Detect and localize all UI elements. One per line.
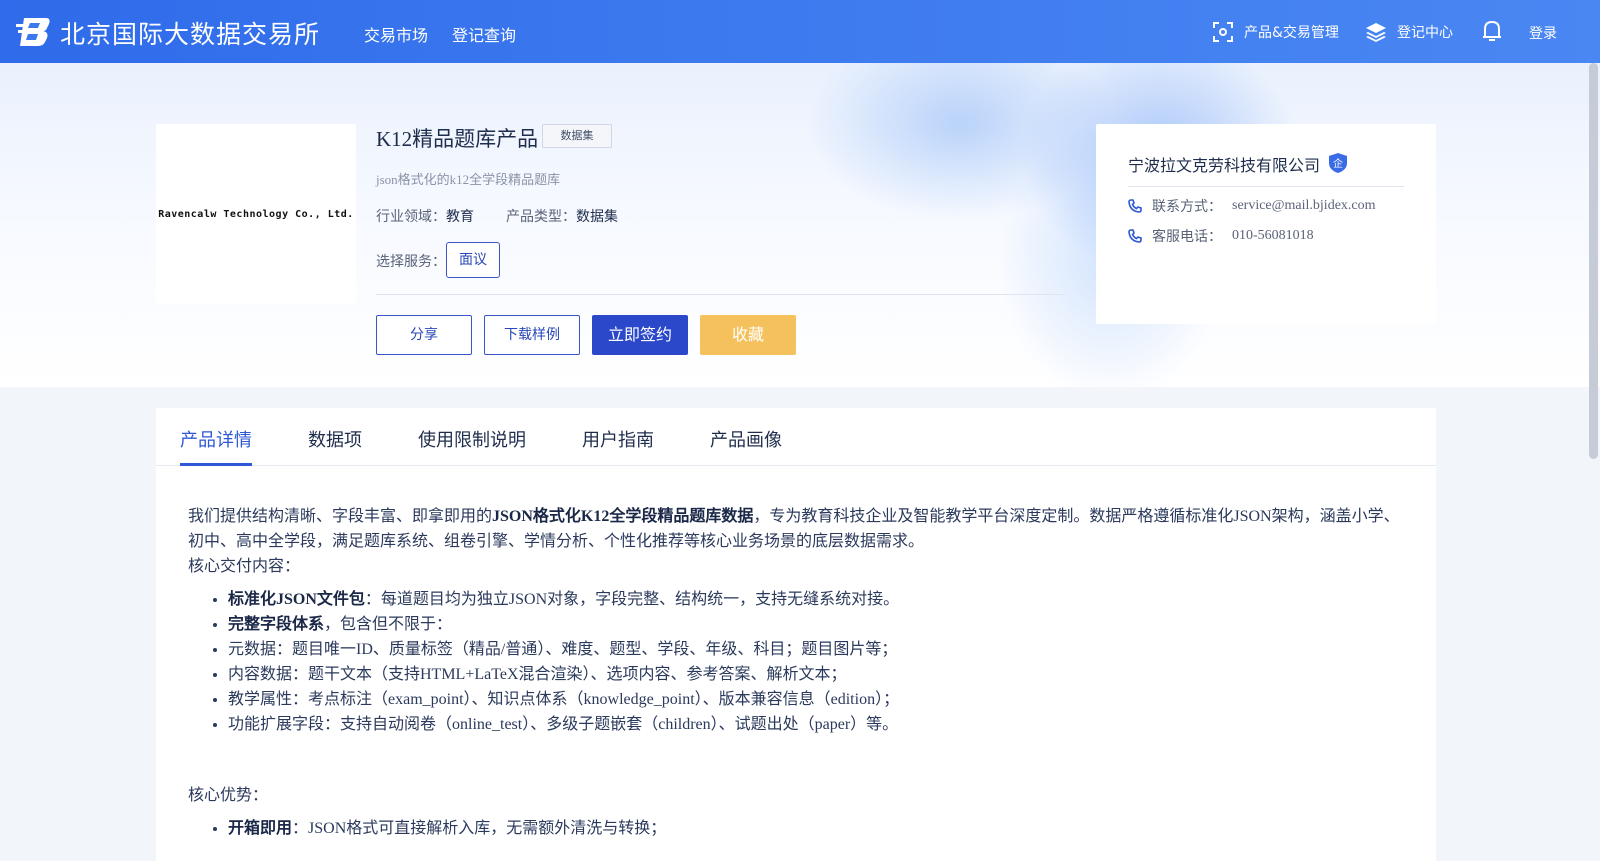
nav-registration-query[interactable]: 登记查询 (452, 22, 516, 46)
contact-email[interactable]: service@mail.bjidex.com (1232, 198, 1376, 214)
list-item-text: 功能扩展字段：支持自动阅卷（online_test）、多级子题嵌套（childr… (228, 716, 899, 733)
advantage-list: 开箱即用：JSON格式可直接解析入库，无需额外清洗与转换； (228, 816, 1408, 841)
list-item-bold: 标准化JSON文件包 (228, 591, 365, 608)
phone-icon (1128, 229, 1142, 243)
core-delivery-list: 标准化JSON文件包：每道题目均为独立JSON对象，字段完整、结构统一，支持无缝… (228, 587, 1408, 737)
list-item: 元数据：题目唯一ID、质量标签（精品/普通）、难度、题型、学段、年级、科目；题目… (228, 637, 1408, 662)
product-description: json格式化的k12全学段精品题库 (376, 172, 561, 187)
divider (376, 294, 1065, 295)
detail-tabs: 产品详情 数据项 使用限制说明 用户指南 产品画像 (156, 408, 1436, 466)
scan-icon (1213, 22, 1233, 42)
favorite-button[interactable]: 收藏 (700, 315, 796, 355)
login-link[interactable]: 登录 (1529, 23, 1557, 43)
company-card: 宁波拉文克劳科技有限公司 企 (1096, 124, 1436, 324)
list-item: 教学属性：考点标注（exam_point）、知识点体系（knowledge_po… (228, 687, 1408, 712)
industry-label: 行业领域： (376, 210, 446, 225)
industry-field: 行业领域：教育 (376, 206, 474, 226)
product-type-value: 数据集 (576, 210, 618, 225)
product-type-label: 产品类型： (506, 210, 576, 225)
company-name[interactable]: 宁波拉文克劳科技有限公司 (1128, 152, 1320, 176)
bjidex-logo-icon[interactable] (16, 14, 52, 48)
list-item-text: 教学属性：考点标注（exam_point）、知识点体系（knowledge_po… (228, 691, 900, 708)
nav-registration-center-label: 登记中心 (1397, 25, 1453, 41)
list-item-text: 内容数据：题干文本（支持HTML+LaTeX混合渲染）、选项内容、参考答案、解析… (228, 666, 847, 683)
nav-registration-center[interactable]: 登记中心 (1365, 21, 1453, 43)
product-type-tag: 数据集 (542, 124, 612, 148)
list-item-text: 元数据：题目唯一ID、质量标签（精品/普通）、难度、题型、学段、年级、科目；题目… (228, 641, 898, 658)
list-item: 功能扩展字段：支持自动阅卷（online_test）、多级子题嵌套（childr… (228, 712, 1408, 737)
list-item: 开箱即用：JSON格式可直接解析入库，无需额外清洗与转换； (228, 816, 1408, 841)
list-item: 标准化JSON文件包：每道题目均为独立JSON对象，字段完整、结构统一，支持无缝… (228, 587, 1408, 612)
product-title: K12精品题库产品 (376, 127, 539, 151)
contact-phone-row: 客服电话： 010-56081018 (1128, 226, 1314, 246)
nav-trading-market[interactable]: 交易市场 (364, 22, 428, 46)
product-detail-panel: 产品详情 数据项 使用限制说明 用户指南 产品画像 我们提供结构清晰、字段丰富、… (156, 408, 1436, 861)
layers-icon (1366, 23, 1386, 42)
top-navbar: 北京国际大数据交易所 交易市场 登记查询 产品&交易管理 登记中心 登录 (0, 0, 1600, 63)
list-item-text: ，包含但不限于： (324, 616, 453, 633)
service-label: 选择服务： (376, 255, 446, 270)
core-delivery-title: 核心交付内容： (188, 558, 301, 575)
list-item: 完整字段体系，包含但不限于： (228, 612, 1408, 637)
list-item: 内容数据：题干文本（支持HTML+LaTeX混合渲染）、选项内容、参考答案、解析… (228, 662, 1408, 687)
tab-user-guide[interactable]: 用户指南 (582, 426, 654, 452)
list-item-bold: 完整字段体系 (228, 616, 325, 633)
intro-pre: 我们提供结构清晰、字段丰富、即拿即用的 (188, 508, 493, 525)
brand-name[interactable]: 北京国际大数据交易所 (60, 15, 320, 51)
list-item-bold: 开箱即用 (228, 820, 293, 837)
contact-label: 联系方式： (1152, 200, 1222, 215)
active-tab-indicator (180, 463, 252, 466)
intro-paragraph: 我们提供结构清晰、字段丰富、即拿即用的JSON格式化K12全学段精品题库数据，专… (188, 504, 1408, 554)
product-logo-text: Ravencalw Technology Co., Ltd. (158, 208, 354, 220)
bell-icon[interactable] (1481, 19, 1503, 43)
product-type-field: 产品类型：数据集 (506, 206, 618, 226)
company-divider (1128, 186, 1404, 187)
product-logo-card: Ravencalw Technology Co., Ltd. (156, 124, 356, 304)
nav-product-trade-management-label: 产品&交易管理 (1244, 25, 1339, 41)
enterprise-shield-icon: 企 (1329, 153, 1347, 173)
share-button[interactable]: 分享 (376, 315, 472, 355)
detail-body: 我们提供结构清晰、字段丰富、即拿即用的JSON格式化K12全学段精品题库数据，专… (188, 504, 1408, 841)
tab-usage-restrictions[interactable]: 使用限制说明 (418, 426, 526, 452)
phone-number[interactable]: 010-56081018 (1232, 228, 1314, 244)
industry-value: 教育 (446, 210, 474, 225)
list-item-text: ：每道题目均为独立JSON对象，字段完整、结构统一，支持无缝系统对接。 (364, 591, 900, 608)
download-sample-button[interactable]: 下载样例 (484, 315, 580, 355)
advantage-title: 核心优势： (188, 787, 269, 804)
phone-icon (1128, 199, 1142, 213)
phone-label: 客服电话： (1152, 230, 1222, 245)
list-item-text: ：JSON格式可直接解析入库，无需额外清洗与转换； (292, 820, 667, 837)
enterprise-badge-text: 企 (1333, 157, 1343, 170)
intro-bold: JSON格式化K12全学段精品题库数据 (492, 508, 754, 525)
tab-product-details[interactable]: 产品详情 (180, 426, 252, 452)
contact-email-row: 联系方式： service@mail.bjidex.com (1128, 196, 1376, 216)
sign-now-button[interactable]: 立即签约 (592, 315, 688, 355)
tab-product-profile[interactable]: 产品画像 (710, 426, 782, 452)
tab-data-items[interactable]: 数据项 (308, 426, 362, 452)
page-scrollbar[interactable] (1589, 63, 1598, 459)
service-option-negotiable[interactable]: 面议 (446, 242, 500, 278)
nav-product-trade-management[interactable]: 产品&交易管理 (1212, 21, 1339, 43)
